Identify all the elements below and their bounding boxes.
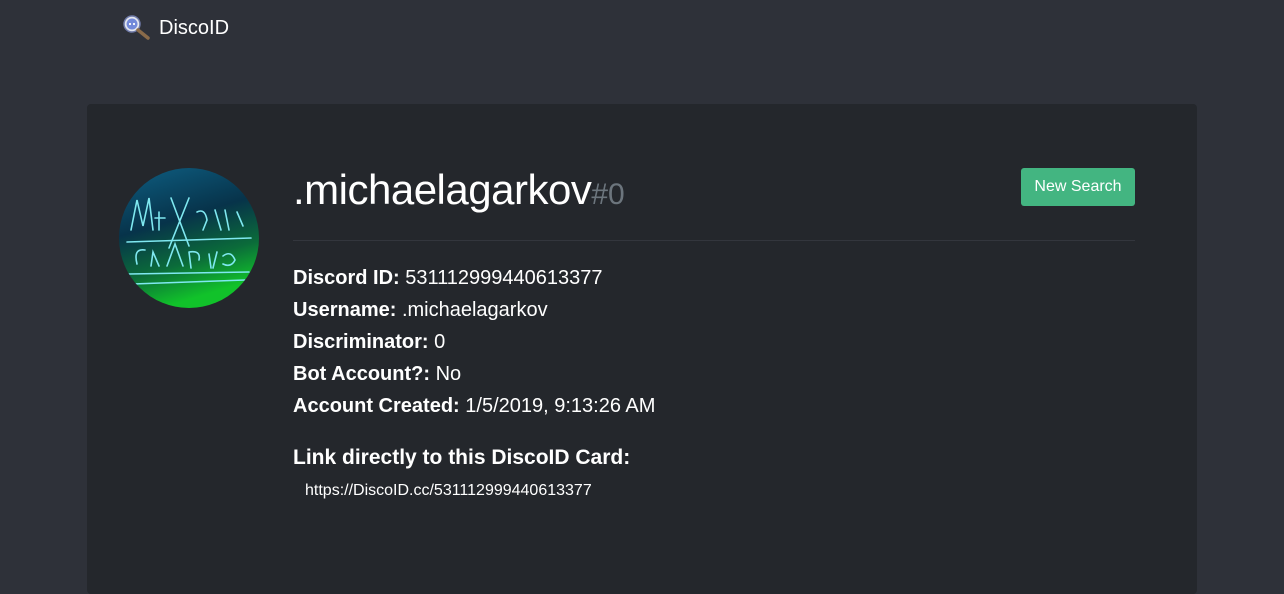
avatar <box>119 168 259 308</box>
card-link[interactable]: https://DiscoID.cc/531112999440613377 <box>305 482 592 500</box>
detail-label: Discriminator: <box>293 331 429 353</box>
detail-label: Discord ID: <box>293 267 400 289</box>
username-heading: .michaelagarkov <box>293 166 592 213</box>
detail-value: .michaelagarkov <box>401 299 548 321</box>
detail-value: 0 <box>434 331 446 353</box>
detail-value: No <box>435 363 462 385</box>
detail-discriminator: Discriminator: 0 <box>293 326 655 358</box>
user-details-list: Discord ID: 531112999440613377 Username:… <box>293 262 655 422</box>
brand-name: DiscoID <box>159 16 230 39</box>
detail-value: 531112999440613377 <box>405 267 603 289</box>
link-heading: Link directly to this DiscoID Card: <box>293 446 631 469</box>
detail-username: Username: .michaelagarkov <box>293 294 655 326</box>
divider <box>293 240 1135 241</box>
discoid-card: .michaelagarkov#0 New Search Discord ID:… <box>87 104 1197 594</box>
detail-value: 1/5/2019, 9:13:26 AM <box>465 395 656 417</box>
detail-label: Username: <box>293 299 397 321</box>
discriminator-badge: #0 <box>591 178 625 211</box>
detail-bot-account: Bot Account?: No <box>293 358 655 390</box>
discord-magnifier-icon <box>121 14 153 42</box>
navbar: DiscoID <box>0 0 1284 58</box>
detail-account-created: Account Created: 1/5/2019, 9:13:26 AM <box>293 390 655 422</box>
card-title: .michaelagarkov#0 <box>293 166 625 214</box>
detail-discord-id: Discord ID: 531112999440613377 <box>293 262 655 294</box>
brand-link[interactable]: DiscoID <box>121 14 229 42</box>
detail-label: Account Created: <box>293 395 460 417</box>
detail-label: Bot Account?: <box>293 363 431 385</box>
new-search-button[interactable]: New Search <box>1021 168 1135 206</box>
